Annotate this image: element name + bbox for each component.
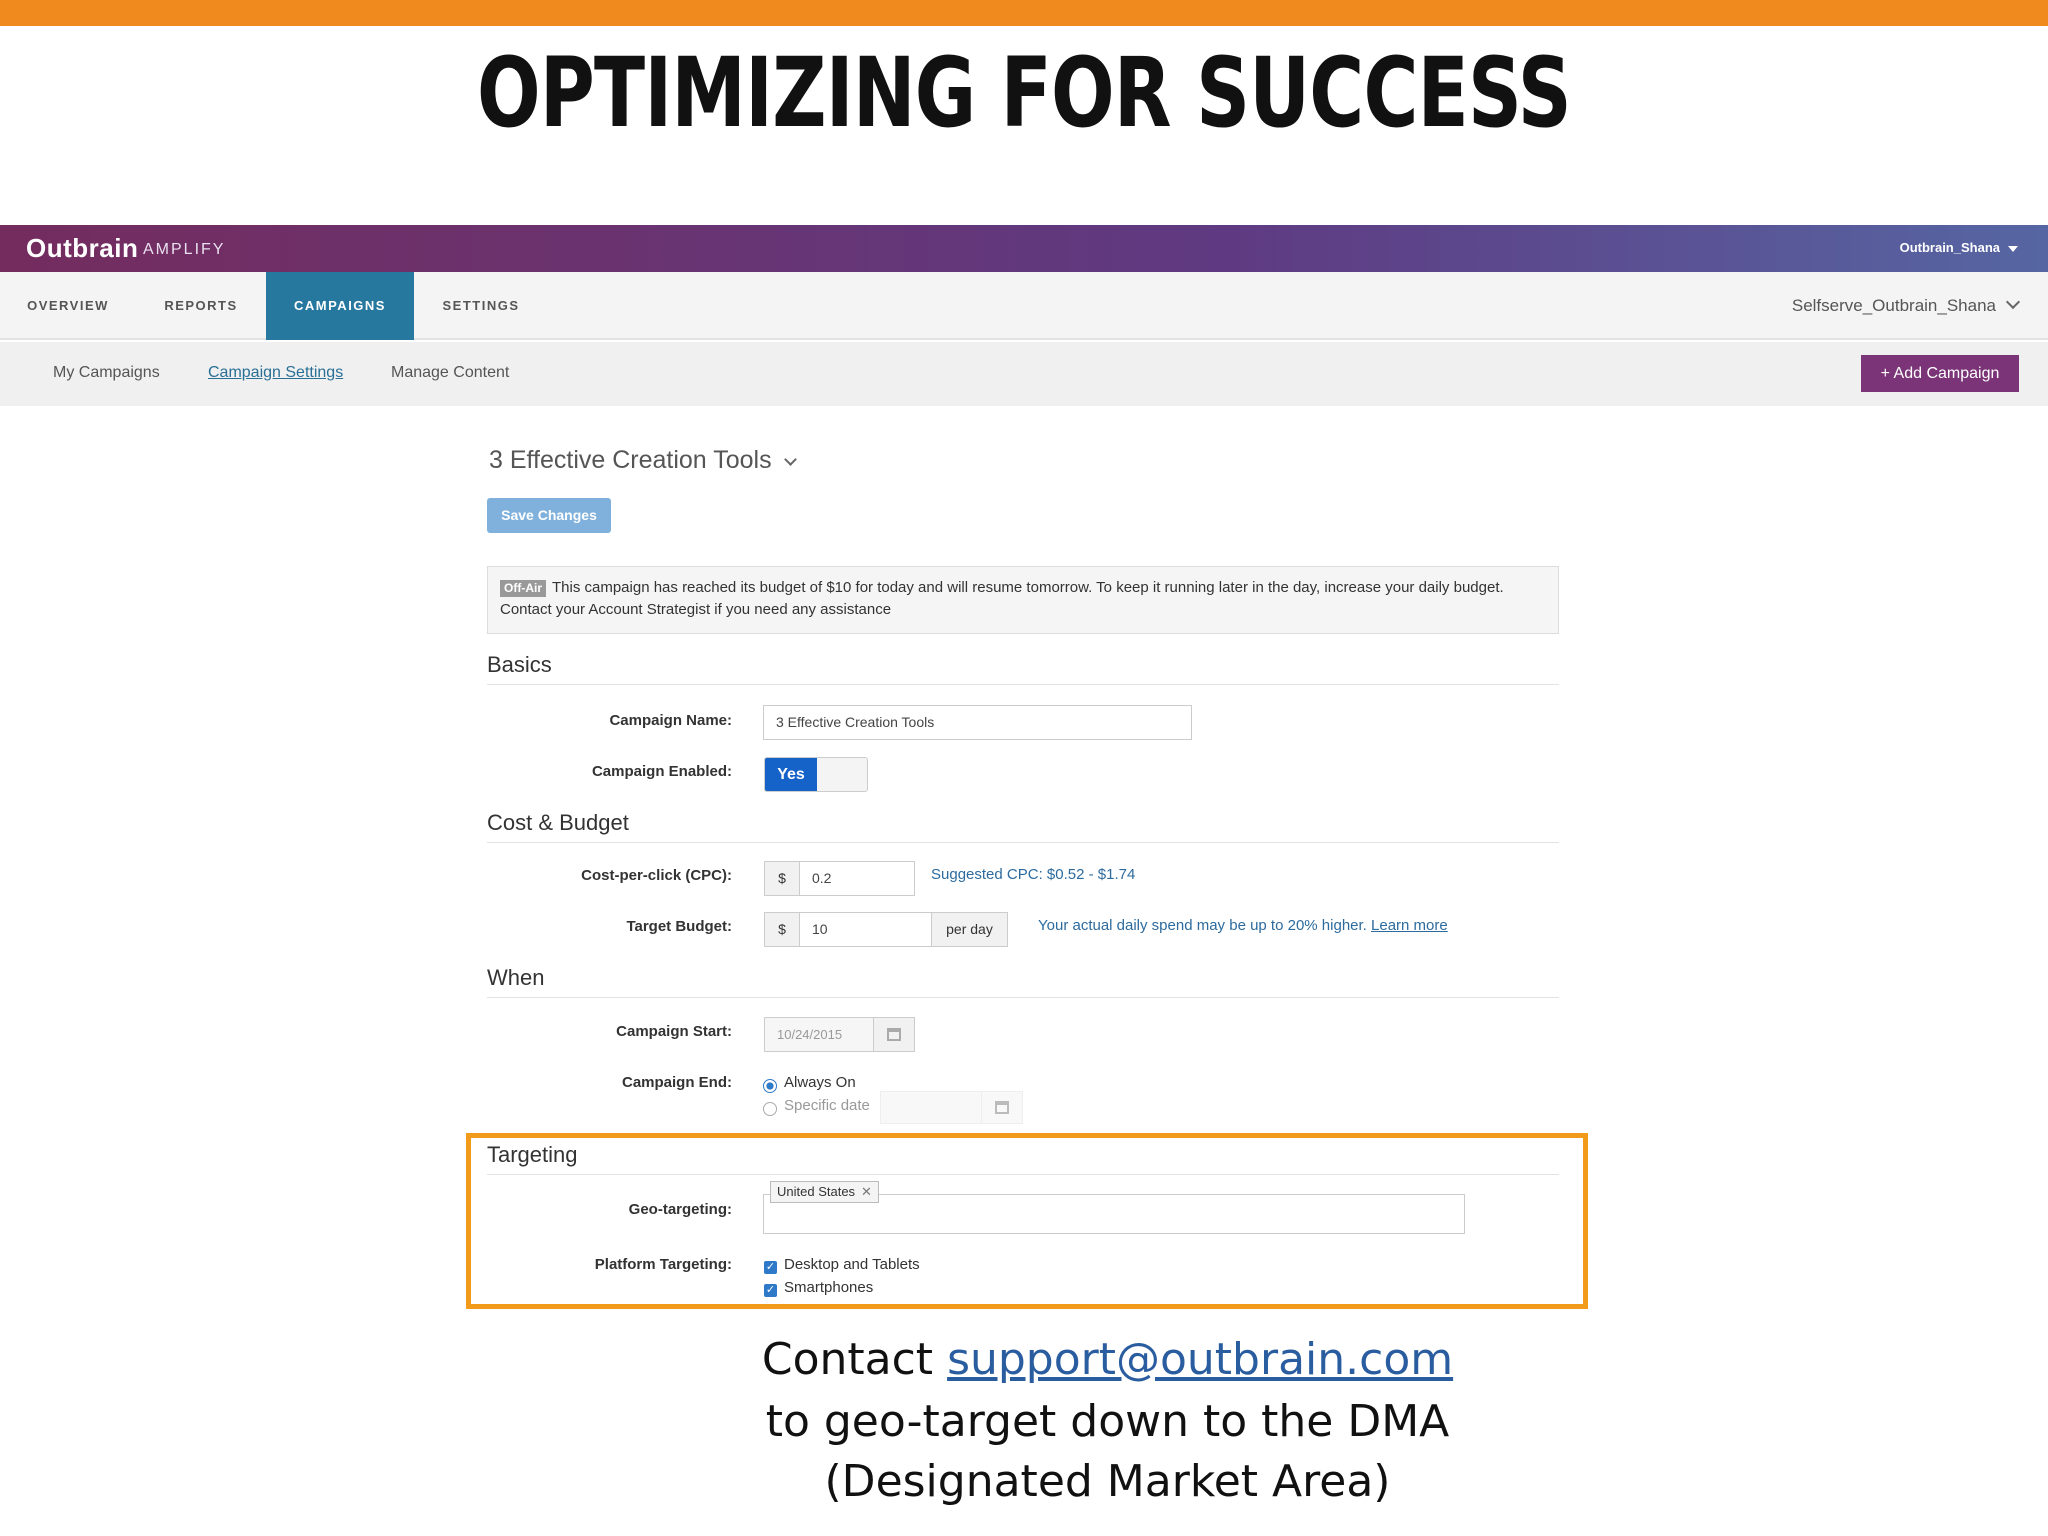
sub-nav: My Campaigns Campaign Settings Manage Co… [0, 342, 2048, 406]
outbrain-logo[interactable]: Outbrain [26, 233, 138, 264]
support-email-link[interactable]: support@outbrain.com [947, 1334, 1453, 1385]
campaign-name-label: Campaign Name: [609, 712, 732, 729]
campaign-title: 3 Effective Creation Tools [489, 446, 772, 474]
suggested-cpc-hint: Suggested CPC: $0.52 - $1.74 [931, 866, 1136, 883]
start-calendar-button[interactable] [873, 1017, 915, 1052]
campaign-enabled-label: Campaign Enabled: [591, 763, 732, 780]
tab-reports[interactable]: REPORTS [136, 272, 266, 340]
specific-date-radio[interactable] [763, 1102, 777, 1116]
slide-top-bar [0, 0, 2048, 26]
caption-line-3: (Designated Market Area) [824, 1456, 1391, 1507]
subnav-manage-content[interactable]: Manage Content [391, 364, 509, 382]
budget-hint: Your actual daily spend may be up to 20%… [1038, 917, 1448, 934]
slide-title: OPTIMIZING FOR SUCCESS [477, 37, 1572, 149]
toggle-yes: Yes [765, 758, 817, 791]
alert-text: This campaign has reached its budget of … [500, 579, 1504, 618]
user-menu[interactable]: Outbrain_Shana [1900, 240, 2018, 255]
per-day-addon: per day [931, 912, 1008, 947]
chevron-down-icon [783, 453, 797, 466]
learn-more-link[interactable]: Learn more [1371, 917, 1448, 934]
subnav-my-campaigns[interactable]: My Campaigns [53, 364, 160, 382]
off-air-badge: Off-Air [500, 580, 546, 597]
caret-down-icon [2008, 245, 2018, 252]
specific-date-label: Specific date [784, 1097, 870, 1114]
add-campaign-button[interactable]: + Add Campaign [1861, 355, 2019, 392]
tab-campaigns[interactable]: CAMPAIGNS [266, 272, 414, 340]
tab-settings[interactable]: SETTINGS [414, 272, 548, 340]
campaign-end-label: Campaign End: [621, 1074, 732, 1091]
end-date-input[interactable] [880, 1091, 982, 1124]
calendar-icon [995, 1101, 1009, 1114]
target-budget-input[interactable]: 10 [799, 912, 932, 947]
campaign-start-label: Campaign Start: [616, 1023, 732, 1040]
cpc-input[interactable]: 0.2 [799, 861, 915, 896]
cpc-label: Cost-per-click (CPC): [581, 867, 732, 884]
cpc-currency-addon: $ [764, 861, 800, 896]
section-cost-budget: Cost & Budget [487, 810, 1559, 843]
amplify-logo-text: AMPLIFY [143, 241, 226, 258]
subnav-campaign-settings[interactable]: Campaign Settings [208, 364, 343, 382]
tab-overview[interactable]: OVERVIEW [0, 272, 136, 340]
campaign-enabled-toggle[interactable]: Yes [764, 757, 868, 792]
section-when: When [487, 965, 1559, 998]
section-basics: Basics [487, 652, 1559, 685]
save-changes-button[interactable]: Save Changes [487, 498, 611, 533]
account-selector[interactable]: Selfserve_Outbrain_Shana [1791, 272, 2021, 340]
off-air-alert: Off-Air This campaign has reached its bud… [487, 566, 1559, 634]
campaign-title-select[interactable]: 3 Effective Creation Tools [489, 446, 797, 475]
caption-contact-text: Contact [761, 1334, 948, 1385]
always-on-label: Always On [784, 1074, 856, 1091]
app-header: Outbrain AMPLIFY Outbrain_Shana [0, 225, 2048, 272]
targeting-highlight-box [466, 1133, 1588, 1309]
target-budget-label: Target Budget: [626, 918, 732, 935]
campaign-start-input[interactable]: 10/24/2015 [764, 1017, 874, 1052]
main-nav: OVERVIEW REPORTS CAMPAIGNS SETTINGS Self… [0, 272, 2048, 340]
end-calendar-button[interactable] [981, 1091, 1023, 1124]
account-name: Selfserve_Outbrain_Shana [1791, 296, 1996, 315]
budget-hint-text: Your actual daily spend may be up to 20%… [1038, 917, 1367, 934]
caption-line-2: to geo-target down to the DMA [765, 1396, 1450, 1447]
chevron-down-icon [2005, 294, 2021, 310]
budget-currency-addon: $ [764, 912, 800, 947]
caption-line-1: Contact support@outbrain.com [750, 1331, 1465, 1389]
user-name: Outbrain_Shana [1899, 240, 2000, 255]
calendar-icon [887, 1028, 901, 1041]
always-on-radio[interactable] [763, 1079, 777, 1093]
campaign-name-input[interactable]: 3 Effective Creation Tools [763, 705, 1192, 740]
